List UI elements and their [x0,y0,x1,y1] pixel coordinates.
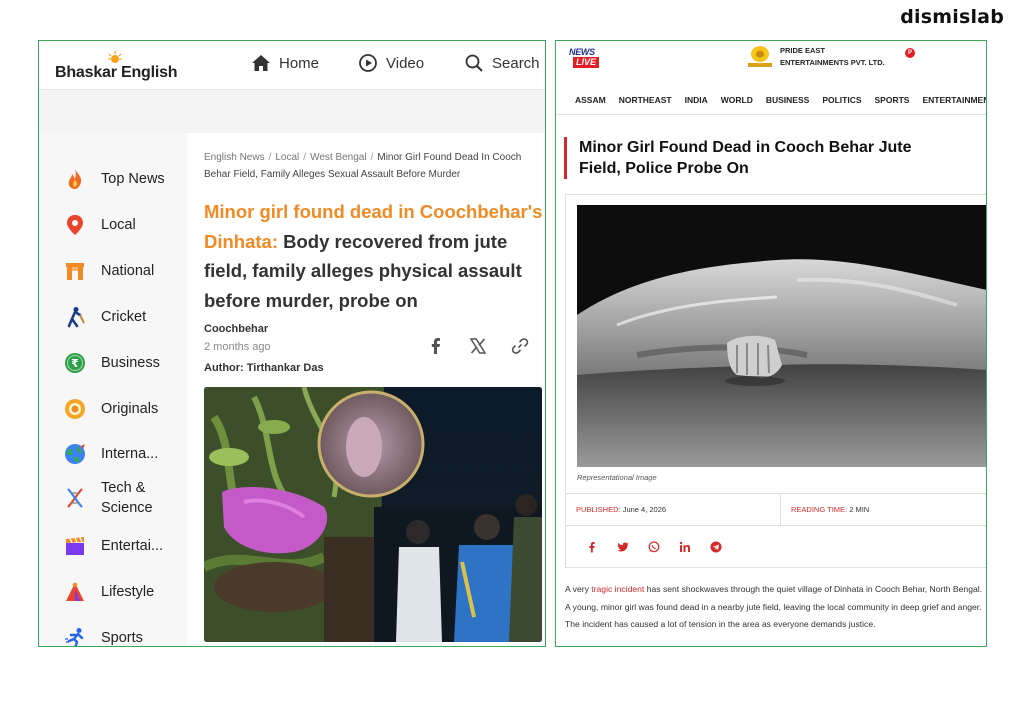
home-icon [252,55,270,71]
india-gate-icon [63,259,87,283]
site-logo[interactable]: Bhaskar English [55,51,195,85]
article-location[interactable]: Coochbehar [204,323,268,335]
article-body: A very tragic incident has sent shockwav… [565,584,983,629]
sidebar-item-label: Business [101,355,160,371]
published-date: PUBLISHED: June 4, 2026 [566,494,781,525]
breadcrumb: English News / Local / West Bengal / Minor Gir… [204,152,522,180]
header-band [39,89,545,133]
sidebar-item-label: Tech & Science [101,480,153,516]
link-icon[interactable] [511,337,529,355]
nav-northeast[interactable]: NORTHEAST [619,95,672,105]
article-time: 2 months ago [204,341,271,353]
category-nav: ASSAM NORTHEAST INDIA WORLD BUSINESS POL… [556,85,986,115]
article-photo [204,387,542,642]
share-bar [427,337,529,355]
sidebar-item-lifestyle[interactable]: Lifestyle [63,580,154,604]
representational-photo [577,205,986,467]
partner-badge[interactable]: P [905,48,915,58]
sidebar-item-label: Top News [101,171,165,187]
runner-icon [63,626,87,646]
clapperboard-icon [63,534,87,558]
sidebar-item-top-news[interactable]: Top News [63,167,165,191]
telegram-icon[interactable] [710,541,722,553]
nav-entertainment[interactable]: ENTERTAINMENT [922,95,986,105]
nav-business[interactable]: BUSINESS [766,95,809,105]
originals-badge-icon [63,397,87,421]
featured-image-card: Representational Image [565,194,986,494]
sidebar: Top News Local National Cricket ₹ Busine… [39,133,187,646]
search-icon [465,54,483,72]
dna-icon [63,486,87,510]
nav-video[interactable]: Video [358,53,424,73]
nav-sports[interactable]: SPORTS [875,95,910,105]
nav-politics[interactable]: POLITICS [822,95,861,105]
logo-live-text: LIVE [573,57,600,68]
nav-search-label: Search [492,54,540,72]
covered-body-photo [577,205,986,467]
sidebar-item-international[interactable]: Interna... [63,442,158,466]
nav-assam[interactable]: ASSAM [575,95,606,105]
tragic-incident-link[interactable]: tragic incident [591,584,644,594]
play-circle-icon [359,54,377,72]
sidebar-item-label: Cricket [101,309,147,325]
share-bar [565,526,986,568]
article-meta: PUBLISHED: June 4, 2026 READING TIME: 2 … [565,494,986,526]
newslive-screenshot: NEWS LIVE PRIDE EAST ENTERTAINMENTS PVT. … [555,40,987,647]
bhaskar-english-screenshot: Bhaskar English Home Video Search Top Ne… [38,40,546,647]
breadcrumb-item[interactable]: Local [275,152,299,163]
nav-home-label: Home [279,54,320,72]
site-logo-text: Bhaskar English [55,64,178,81]
sidebar-item-label: Sports [101,630,143,646]
sidebar-item-label: National [101,263,155,279]
sidebar-item-label: Lifestyle [101,584,155,600]
image-caption: Representational Image [577,473,657,482]
breadcrumb-item[interactable]: West Bengal [310,152,367,163]
nav-search[interactable]: Search [464,53,540,73]
night-field-photo [204,387,542,642]
article-title: Minor Girl Found Dead in Cooch Behar Jut… [564,137,944,179]
rupee-coin-icon: ₹ [63,351,87,375]
reading-time: READING TIME: 2 MIN [791,505,870,514]
x-icon[interactable] [469,337,487,355]
flame-icon [63,167,87,191]
sidebar-item-entertainment[interactable]: Entertai... [63,534,163,558]
sidebar-item-label: Interna... [101,446,159,462]
facebook-icon[interactable] [427,337,445,355]
whatsapp-icon[interactable] [648,540,660,553]
sidebar-item-sports[interactable]: Sports [63,626,143,646]
svg-text:₹: ₹ [71,357,79,370]
logo-news-text: NEWS [569,47,595,57]
sidebar-item-label: Local [101,217,136,233]
nav-india[interactable]: INDIA [685,95,708,105]
nav-home[interactable]: Home [251,53,319,73]
sidebar-item-label: Entertai... [101,538,164,554]
location-pin-icon [63,213,87,237]
sidebar-item-national[interactable]: National [63,259,154,283]
dismislab-watermark: dismislab [900,6,1004,28]
article-author: Author: Tirthankar Das [204,362,324,374]
sidebar-item-cricket[interactable]: Cricket [63,305,146,329]
newslive-logo[interactable]: NEWS LIVE [569,47,613,69]
nav-world[interactable]: WORLD [721,95,753,105]
nav-video-label: Video [386,54,425,72]
sun-logo-icon [108,51,122,63]
twitter-icon[interactable] [617,541,629,553]
article-main: English News / Local / West Bengal / Minor Gir… [187,133,545,646]
cricket-player-icon [63,305,87,329]
sidebar-item-tech-science[interactable]: Tech & Science [63,478,153,518]
article-headline: Minor girl found dead in Coochbehar's Di… [204,197,544,315]
sidebar-item-local[interactable]: Local [63,213,136,237]
partner-name: PRIDE EAST ENTERTAINMENTS PVT. LTD. [780,46,885,67]
sidebar-item-business[interactable]: ₹ Business [63,351,160,375]
globe-icon [63,442,87,466]
sidebar-item-label: Originals [101,401,159,417]
sidebar-item-originals[interactable]: Originals [63,397,158,421]
breadcrumb-item[interactable]: English News [204,152,265,163]
lifestyle-icon [63,580,87,604]
facebook-icon[interactable] [586,541,598,553]
site-header: NEWS LIVE PRIDE EAST ENTERTAINMENTS PVT. … [556,41,986,83]
pride-east-logo-icon [748,46,772,67]
site-header: Bhaskar English Home Video Search [39,41,545,89]
linkedin-icon[interactable] [679,541,691,553]
